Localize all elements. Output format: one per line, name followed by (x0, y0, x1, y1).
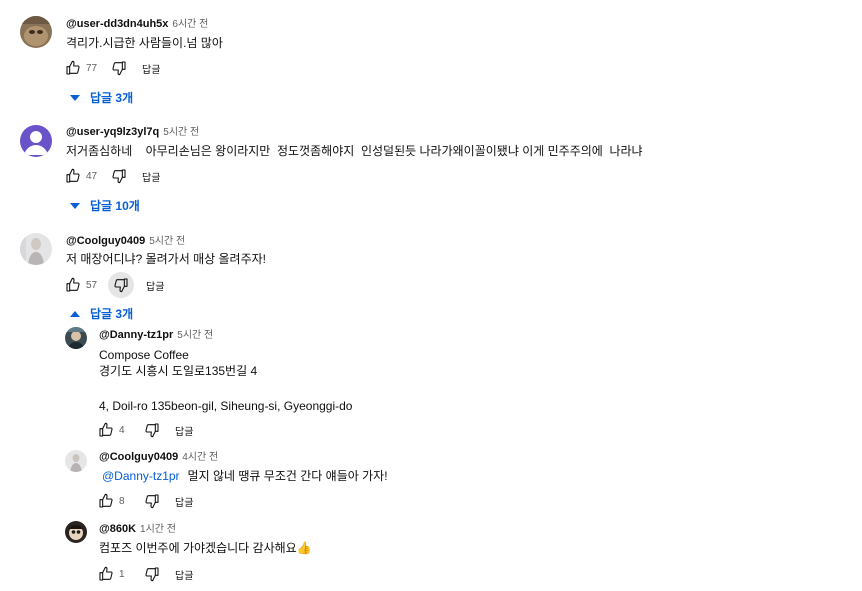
avatar[interactable] (65, 327, 87, 349)
thumbs-down-icon (145, 494, 159, 509)
thumbs-up-icon (99, 566, 113, 581)
reply-text-line: 4, Doil-ro 135beon-gil, Siheung-si, Gyeo… (99, 399, 353, 413)
like-button[interactable] (95, 419, 117, 441)
chevron-up-icon (70, 310, 80, 317)
reply-actions: 1 답글 (95, 562, 193, 586)
comment-time[interactable]: 6시간 전 (172, 19, 208, 30)
comment-actions: 57 답글 (62, 272, 164, 298)
thumbs-up-icon (66, 277, 80, 292)
reply-time[interactable]: 1시간 전 (140, 524, 176, 535)
dislike-button[interactable] (108, 165, 130, 187)
dislike-button[interactable] (108, 272, 134, 298)
thumbs-down-icon (112, 169, 126, 184)
reply-header: @Coolguy0409 4시간 전 (99, 450, 218, 465)
reply-button[interactable]: 답글 (146, 278, 164, 293)
dislike-button[interactable] (141, 563, 163, 585)
thumbs-down-icon (145, 567, 159, 582)
reply-author[interactable]: @Danny-tz1pr (99, 329, 173, 341)
like-count: 57 (86, 279, 98, 291)
avatar[interactable] (65, 450, 87, 472)
replies-toggle[interactable]: 답글 3개 (70, 305, 133, 322)
reply-text-content: 멀지 않네 땡큐 무조건 간다 얘들아 가자! (187, 469, 388, 483)
avatar[interactable] (65, 521, 87, 543)
thumbs-up-icon (66, 168, 80, 183)
reply-text: @Danny-tz1pr 멀지 않네 땡큐 무조건 간다 얘들아 가자! (102, 468, 388, 484)
like-count: 47 (86, 170, 98, 182)
reply-text-line: Compose Coffee (99, 348, 189, 362)
avatar[interactable] (20, 16, 52, 48)
dislike-button[interactable] (141, 490, 163, 512)
reply-header: @860K 1시간 전 (99, 522, 176, 537)
reply-actions: 8 답글 (95, 489, 193, 513)
reply-author[interactable]: @Coolguy0409 (99, 451, 178, 463)
like-count: 8 (119, 495, 125, 507)
like-button[interactable] (62, 57, 84, 79)
reply-time[interactable]: 5시간 전 (177, 330, 213, 341)
reply-button[interactable]: 답글 (175, 494, 193, 509)
dislike-button[interactable] (108, 57, 130, 79)
like-count: 1 (119, 568, 125, 580)
like-button[interactable] (62, 274, 84, 296)
dislike-button[interactable] (141, 419, 163, 441)
thumbs-down-icon (114, 278, 128, 293)
avatar[interactable] (20, 233, 52, 265)
comment-header: @user-yq9lz3yl7q 5시간 전 (66, 125, 199, 140)
reply-header: @Danny-tz1pr 5시간 전 (99, 328, 213, 343)
thumbs-up-icon (99, 422, 113, 437)
thumbs-up-icon (66, 60, 80, 75)
reply-author[interactable]: @860K (99, 523, 136, 535)
reply-button[interactable]: 답글 (175, 423, 193, 438)
comment-actions: 77 답글 (62, 56, 160, 80)
replies-toggle-label: 답글 10개 (90, 199, 140, 213)
chevron-down-icon (70, 202, 80, 209)
thumbs-up-icon (99, 493, 113, 508)
reply-button[interactable]: 답글 (175, 567, 193, 582)
thumbs-down-icon (112, 61, 126, 76)
like-button[interactable] (62, 165, 84, 187)
like-button[interactable] (95, 490, 117, 512)
reply-actions: 4 답글 (95, 418, 193, 442)
comment-text: 저 매장어디냐? 몰려가서 매상 올려주자! (66, 252, 266, 266)
like-count: 4 (119, 424, 125, 436)
reply-button[interactable]: 답글 (142, 61, 160, 76)
reply-text-line: 경기도 시흥시 도일로135번길 4 (99, 364, 258, 378)
comment-time[interactable]: 5시간 전 (163, 127, 199, 138)
comment-author[interactable]: @Coolguy0409 (66, 235, 145, 247)
replies-toggle[interactable]: 답글 10개 (70, 197, 140, 214)
replies-toggle[interactable]: 답글 3개 (70, 89, 133, 106)
like-count: 77 (86, 62, 98, 74)
comment-text: 저거좀심하네 아무리손님은 왕이라지만 정도껏좀해야지 인성덜된듯 나라가왜이꼴… (66, 144, 643, 158)
reply-button[interactable]: 답글 (142, 169, 160, 184)
chevron-down-icon (70, 94, 80, 101)
replies-toggle-label: 답글 3개 (90, 307, 134, 321)
comment-author[interactable]: @user-yq9lz3yl7q (66, 126, 159, 138)
avatar[interactable] (20, 125, 52, 157)
replies-toggle-label: 답글 3개 (90, 91, 134, 105)
reply-time[interactable]: 4시간 전 (182, 452, 218, 463)
comment-header: @user-dd3dn4uh5x 6시간 전 (66, 17, 208, 32)
reply-text: 컴포즈 이번주에 가야겠습니다 감사해요👍 (99, 541, 312, 555)
comment-text: 격리가.시급한 사람들이.넘 많아 (66, 36, 223, 50)
thumbs-down-icon (145, 423, 159, 438)
comment-header: @Coolguy0409 5시간 전 (66, 234, 185, 249)
mention-link[interactable]: @Danny-tz1pr (102, 469, 180, 483)
like-button[interactable] (95, 563, 117, 585)
comment-time[interactable]: 5시간 전 (149, 236, 185, 247)
comment-author[interactable]: @user-dd3dn4uh5x (66, 18, 168, 30)
comment-actions: 47 답글 (62, 164, 160, 188)
